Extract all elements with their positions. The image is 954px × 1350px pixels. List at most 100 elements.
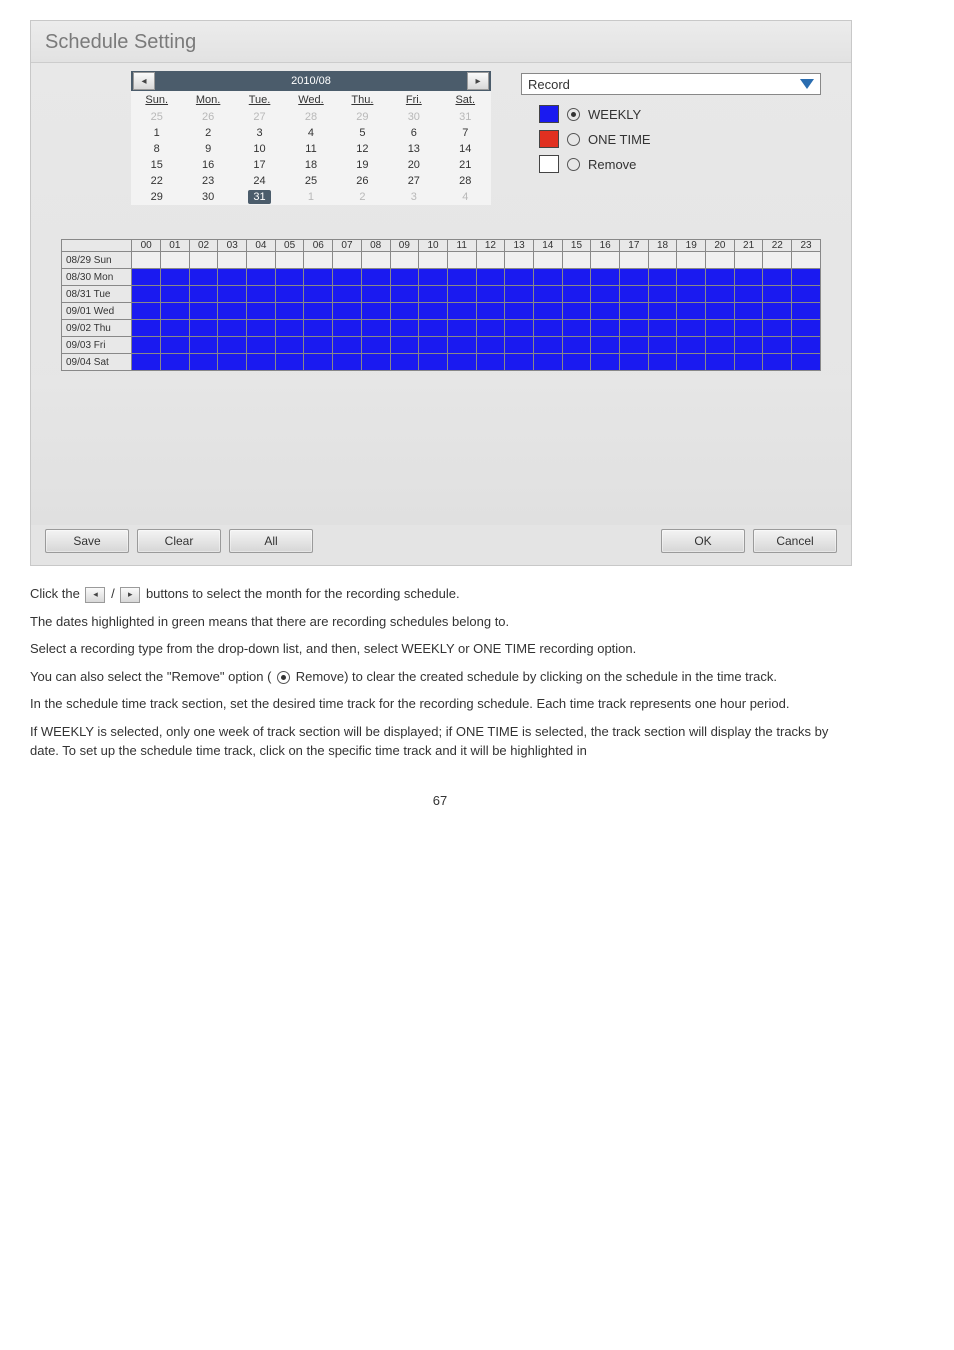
- schedule-cell[interactable]: [161, 286, 190, 303]
- calendar-day-cell[interactable]: 24: [234, 173, 285, 189]
- schedule-cell[interactable]: [333, 320, 362, 337]
- calendar-day-cell[interactable]: 27: [234, 109, 285, 125]
- schedule-cell[interactable]: [562, 252, 591, 269]
- schedule-cell[interactable]: [218, 252, 247, 269]
- schedule-cell[interactable]: [533, 252, 562, 269]
- schedule-grid[interactable]: 0001020304050607080910111213141516171819…: [61, 239, 821, 371]
- schedule-cell[interactable]: [763, 337, 792, 354]
- save-button[interactable]: Save: [45, 529, 129, 553]
- schedule-cell[interactable]: [476, 303, 505, 320]
- schedule-cell[interactable]: [247, 303, 276, 320]
- schedule-cell[interactable]: [189, 320, 218, 337]
- schedule-cell[interactable]: [591, 320, 620, 337]
- schedule-cell[interactable]: [390, 320, 419, 337]
- schedule-cell[interactable]: [189, 303, 218, 320]
- schedule-cell[interactable]: [161, 354, 190, 371]
- calendar-day-cell[interactable]: 28: [440, 173, 491, 189]
- schedule-cell[interactable]: [390, 269, 419, 286]
- schedule-cell[interactable]: [648, 354, 677, 371]
- legend-weekly[interactable]: WEEKLY: [539, 105, 821, 123]
- schedule-cell[interactable]: [648, 269, 677, 286]
- schedule-cell[interactable]: [620, 354, 649, 371]
- schedule-cell[interactable]: [189, 286, 218, 303]
- schedule-cell[interactable]: [792, 354, 821, 371]
- calendar-day-cell[interactable]: 9: [182, 141, 233, 157]
- schedule-cell[interactable]: [333, 269, 362, 286]
- calendar-day-cell[interactable]: 31: [234, 189, 285, 205]
- schedule-cell[interactable]: [275, 252, 304, 269]
- schedule-cell[interactable]: [189, 354, 218, 371]
- record-type-dropdown[interactable]: Record: [521, 73, 821, 95]
- ok-button[interactable]: OK: [661, 529, 745, 553]
- schedule-cell[interactable]: [419, 337, 448, 354]
- schedule-cell[interactable]: [476, 252, 505, 269]
- schedule-cell[interactable]: [792, 303, 821, 320]
- schedule-cell[interactable]: [218, 320, 247, 337]
- schedule-cell[interactable]: [706, 354, 735, 371]
- calendar-day-cell[interactable]: 4: [440, 189, 491, 205]
- schedule-cell[interactable]: [505, 354, 534, 371]
- schedule-cell[interactable]: [390, 303, 419, 320]
- schedule-cell[interactable]: [275, 269, 304, 286]
- schedule-cell[interactable]: [533, 320, 562, 337]
- schedule-cell[interactable]: [620, 269, 649, 286]
- schedule-cell[interactable]: [706, 320, 735, 337]
- schedule-cell[interactable]: [648, 320, 677, 337]
- schedule-cell[interactable]: [505, 303, 534, 320]
- schedule-cell[interactable]: [390, 286, 419, 303]
- schedule-cell[interactable]: [304, 354, 333, 371]
- schedule-cell[interactable]: [275, 320, 304, 337]
- calendar-day-cell[interactable]: 11: [285, 141, 336, 157]
- schedule-cell[interactable]: [132, 337, 161, 354]
- calendar-day-cell[interactable]: 10: [234, 141, 285, 157]
- schedule-cell[interactable]: [390, 354, 419, 371]
- calendar-day-cell[interactable]: 28: [285, 109, 336, 125]
- schedule-cell[interactable]: [648, 337, 677, 354]
- schedule-cell[interactable]: [419, 320, 448, 337]
- schedule-cell[interactable]: [419, 303, 448, 320]
- schedule-cell[interactable]: [648, 286, 677, 303]
- schedule-cell[interactable]: [562, 337, 591, 354]
- schedule-cell[interactable]: [620, 320, 649, 337]
- schedule-cell[interactable]: [333, 354, 362, 371]
- calendar-day-cell[interactable]: 27: [388, 173, 439, 189]
- schedule-cell[interactable]: [505, 286, 534, 303]
- schedule-cell[interactable]: [247, 269, 276, 286]
- schedule-cell[interactable]: [763, 286, 792, 303]
- schedule-cell[interactable]: [734, 354, 763, 371]
- all-button[interactable]: All: [229, 529, 313, 553]
- calendar-day-cell[interactable]: 15: [131, 157, 182, 173]
- legend-remove[interactable]: Remove: [539, 155, 821, 173]
- schedule-cell[interactable]: [247, 286, 276, 303]
- schedule-cell[interactable]: [304, 269, 333, 286]
- next-month-button[interactable]: ▸: [467, 72, 489, 90]
- calendar-day-cell[interactable]: 31: [440, 109, 491, 125]
- schedule-cell[interactable]: [792, 269, 821, 286]
- schedule-cell[interactable]: [361, 320, 390, 337]
- schedule-cell[interactable]: [533, 269, 562, 286]
- calendar-day-cell[interactable]: 12: [337, 141, 388, 157]
- schedule-cell[interactable]: [763, 354, 792, 371]
- schedule-cell[interactable]: [447, 337, 476, 354]
- calendar-day-cell[interactable]: 3: [234, 125, 285, 141]
- schedule-cell[interactable]: [447, 320, 476, 337]
- schedule-cell[interactable]: [706, 303, 735, 320]
- calendar-day-cell[interactable]: 6: [388, 125, 439, 141]
- schedule-cell[interactable]: [562, 269, 591, 286]
- calendar-day-cell[interactable]: 8: [131, 141, 182, 157]
- onetime-radio[interactable]: [567, 133, 580, 146]
- calendar-day-cell[interactable]: 30: [182, 189, 233, 205]
- schedule-cell[interactable]: [161, 269, 190, 286]
- schedule-cell[interactable]: [677, 286, 706, 303]
- schedule-cell[interactable]: [792, 286, 821, 303]
- schedule-cell[interactable]: [275, 303, 304, 320]
- calendar-day-cell[interactable]: 1: [131, 125, 182, 141]
- schedule-cell[interactable]: [304, 320, 333, 337]
- calendar-day-cell[interactable]: 29: [337, 109, 388, 125]
- prev-month-button[interactable]: ◂: [133, 72, 155, 90]
- weekly-radio[interactable]: [567, 108, 580, 121]
- schedule-cell[interactable]: [677, 337, 706, 354]
- schedule-cell[interactable]: [132, 320, 161, 337]
- calendar-day-cell[interactable]: 26: [182, 109, 233, 125]
- schedule-cell[interactable]: [390, 337, 419, 354]
